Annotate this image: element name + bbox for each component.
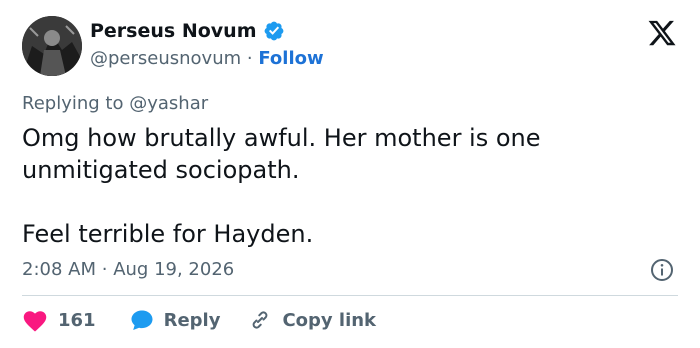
copy-link-button[interactable]: Copy link: [248, 308, 376, 332]
like-button[interactable]: 161: [22, 308, 96, 332]
author-handle-row: @perseusnovum · Follow: [90, 48, 324, 69]
reply-to-handle[interactable]: @yashar: [129, 93, 208, 114]
info-icon[interactable]: [650, 258, 674, 282]
tweet-text: Omg how brutally awful. Her mother is on…: [22, 122, 662, 250]
tweet-paragraph: Feel terrible for Hayden.: [22, 220, 314, 248]
tweet-date: Aug 19, 2026: [113, 259, 235, 280]
link-icon: [253, 311, 268, 329]
action-bar: 161 Reply Copy link: [22, 308, 376, 332]
like-count: 161: [58, 309, 96, 331]
reply-prefix: Replying to: [22, 93, 124, 114]
copy-link-label: Copy link: [282, 309, 377, 331]
verified-badge-icon: [264, 21, 283, 41]
reply-label: Reply: [163, 309, 221, 331]
follow-link[interactable]: Follow: [258, 48, 323, 69]
timestamp-separator: ·: [101, 259, 108, 280]
reply-button[interactable]: Reply: [130, 308, 221, 332]
author-handle[interactable]: @perseusnovum: [90, 48, 241, 69]
divider: [22, 295, 678, 296]
reply-context: Replying to @yashar: [22, 93, 208, 114]
speech-bubble-icon: [131, 310, 153, 330]
avatar-image: [22, 16, 82, 76]
tweet-time: 2:08 AM: [22, 259, 96, 280]
tweet-paragraph: Omg how brutally awful. Her mother is on…: [22, 124, 541, 184]
tweet-timestamp[interactable]: 2:08 AM · Aug 19, 2026: [22, 259, 234, 280]
heart-icon: [23, 311, 47, 332]
handle-separator: ·: [246, 48, 253, 69]
author-display-name[interactable]: Perseus Novum: [90, 20, 257, 42]
avatar[interactable]: [22, 16, 82, 76]
author-name-row: Perseus Novum: [90, 20, 285, 42]
x-logo-icon[interactable]: [646, 18, 678, 48]
